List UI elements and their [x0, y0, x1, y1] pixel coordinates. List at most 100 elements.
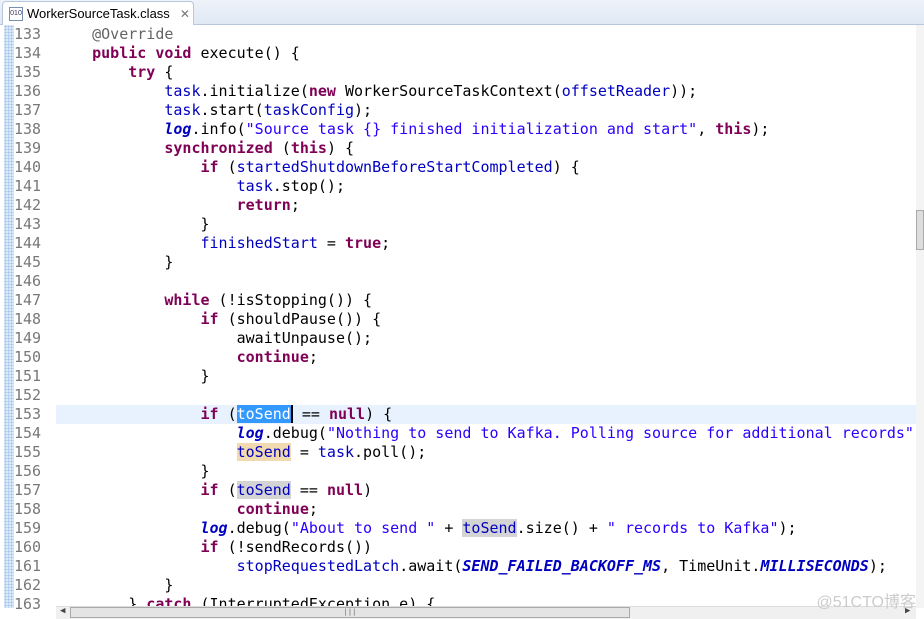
code-token: .start( [200, 101, 264, 119]
code-line[interactable]: if (startedShutdownBeforeStartCompleted)… [56, 158, 916, 177]
line-number: 138 [14, 120, 42, 138]
class-file-icon: 010 [9, 6, 23, 21]
code-token: public [92, 44, 147, 62]
line-number: 142 [14, 196, 42, 214]
code-token: (!isStopping()) { [209, 291, 373, 309]
code-token: ); [751, 120, 770, 138]
line-number: 136 [14, 82, 42, 100]
code-token: { [155, 63, 174, 81]
line-number: 143 [14, 215, 42, 233]
code-line[interactable]: synchronized (this) { [56, 139, 916, 158]
code-token: )); [670, 82, 698, 100]
code-line[interactable]: public void execute() { [56, 44, 916, 63]
code-line[interactable]: continue; [56, 500, 916, 519]
code-line[interactable]: return; [56, 196, 916, 215]
code-line[interactable]: @Override [56, 25, 916, 44]
code-line[interactable]: task.start(taskConfig); [56, 101, 916, 120]
code-token: if [200, 405, 219, 423]
line-number: 141 [14, 177, 42, 195]
line-number: 151 [14, 367, 42, 385]
code-token: task [236, 177, 273, 195]
code-token: log [200, 519, 228, 537]
code-line[interactable]: } [56, 215, 916, 234]
code-line[interactable]: log.debug("Nothing to send to Kafka. Pol… [56, 424, 916, 443]
code-line[interactable]: } [56, 462, 916, 481]
code-line[interactable]: if (!sendRecords()) [56, 538, 916, 557]
scroll-left-icon[interactable]: ◀ [60, 606, 65, 616]
code-token: "Source task {} finished initialization … [245, 120, 698, 138]
code-line[interactable]: } [56, 576, 916, 595]
code-line[interactable]: log.info("Source task {} finished initia… [56, 120, 916, 139]
tab-title: WorkerSourceTask.class [27, 6, 170, 21]
code-line[interactable]: stopRequestedLatch.await(SEND_FAILED_BAC… [56, 557, 916, 576]
tab-workersourcetask-class[interactable]: 010 WorkerSourceTask.class ✕ [2, 1, 194, 25]
code-editor[interactable]: @Override public void execute() { try { … [56, 25, 916, 608]
code-line[interactable]: log.debug("About to send " + toSend.size… [56, 519, 916, 538]
editor-tab-bar: 010 WorkerSourceTask.class ✕ [0, 0, 924, 25]
code-line[interactable]: task.initialize(new WorkerSourceTaskCont… [56, 82, 916, 101]
code-line[interactable]: task.stop(); [56, 177, 916, 196]
code-token: void [155, 44, 192, 62]
code-token: == [290, 481, 327, 499]
code-line[interactable] [56, 386, 916, 405]
code-token: == [292, 405, 329, 423]
line-number: 149 [14, 329, 42, 347]
code-token: .info( [191, 120, 246, 138]
code-line[interactable]: finishedStart = true; [56, 234, 916, 253]
code-token: if [200, 158, 219, 176]
code-token: (!sendRecords()) [218, 538, 373, 556]
line-number: 145 [14, 253, 42, 271]
code-line[interactable] [56, 272, 916, 291]
code-token: (shouldPause()) { [218, 310, 382, 328]
line-number: 140 [14, 158, 42, 176]
code-token: .size() + [516, 519, 607, 537]
code-line[interactable]: while (!isStopping()) { [56, 291, 916, 310]
code-token: awaitUnpause(); [56, 329, 373, 347]
code-line[interactable]: } [56, 253, 916, 272]
line-number: 155 [14, 443, 42, 461]
code-token: true [345, 234, 382, 252]
code-token: if [200, 310, 219, 328]
code-line[interactable]: continue; [56, 348, 916, 367]
code-token: if [200, 538, 219, 556]
code-token: = [317, 234, 345, 252]
code-token: "Nothing to send to Kafka. Polling sourc… [326, 424, 914, 442]
code-line[interactable]: try { [56, 63, 916, 82]
code-line[interactable]: if (toSend == null) [56, 481, 916, 500]
line-number: 158 [14, 500, 42, 518]
code-line[interactable]: if (shouldPause()) { [56, 310, 916, 329]
code-token: toSend [236, 481, 291, 499]
code-line[interactable]: toSend = task.poll(); [56, 443, 916, 462]
code-token: taskConfig [263, 101, 355, 119]
line-number: 147 [14, 291, 42, 309]
code-line[interactable]: awaitUnpause(); [56, 329, 916, 348]
line-number: 163 [14, 595, 42, 613]
code-token: return [236, 196, 291, 214]
code-token: , TimeUnit. [661, 557, 761, 575]
code-token: SEND_FAILED_BACKOFF_MS [462, 557, 662, 575]
code-token: } [56, 253, 174, 271]
vertical-scrollbar[interactable] [916, 25, 924, 608]
code-token: finishedStart [200, 234, 318, 252]
code-token: @Override [92, 25, 174, 43]
horizontal-scroll-thumb[interactable]: ||| [70, 607, 630, 618]
code-token: stopRequestedLatch [236, 557, 400, 575]
vertical-scroll-thumb[interactable] [916, 210, 924, 250]
code-line[interactable]: if (toSend == null) { [56, 405, 916, 424]
code-line[interactable]: } [56, 367, 916, 386]
code-token: .debug( [263, 424, 327, 442]
close-icon[interactable]: ✕ [180, 7, 190, 21]
